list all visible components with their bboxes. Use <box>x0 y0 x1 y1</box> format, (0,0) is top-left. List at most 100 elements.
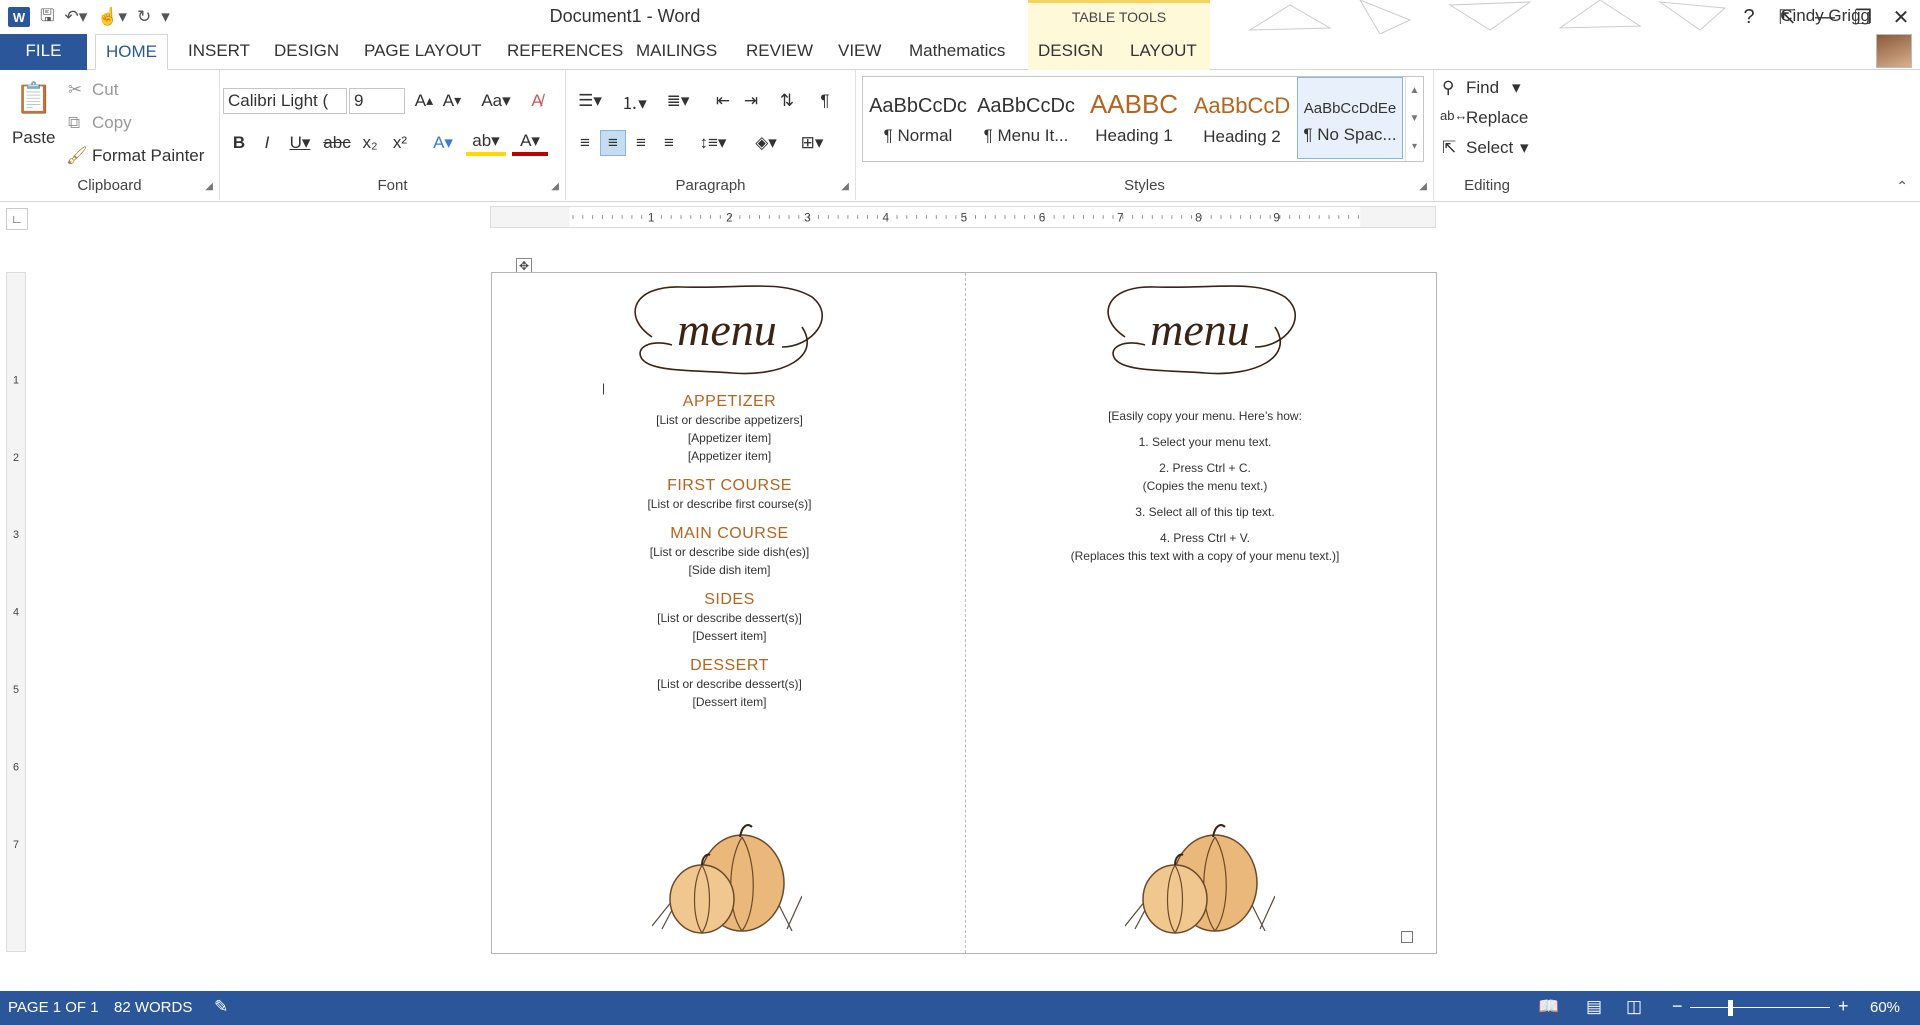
bullets-icon[interactable]: ☰▾ <box>570 88 610 114</box>
tab-selector-icon[interactable]: ∟ <box>6 208 28 230</box>
select-button[interactable]: Select <box>1466 138 1513 158</box>
find-dropdown-icon[interactable]: ▾ <box>1512 78 1521 98</box>
font-launcher-icon[interactable]: ◢ <box>551 181 559 192</box>
increase-indent-icon[interactable]: ⇥ <box>738 88 764 114</box>
subscript-icon[interactable]: x₂ <box>356 130 384 156</box>
show-formatting-icon[interactable]: ¶ <box>812 88 838 114</box>
ruler-number: 4 <box>882 211 889 225</box>
group-editing: ⚲ Find ▾ ab↔ Replace ⇱ Select ▾ Editing <box>1434 70 1540 200</box>
tab-insert[interactable]: INSERT <box>178 34 260 70</box>
horizontal-ruler[interactable]: 1 2 3 4 5 6 7 8 9 <box>490 206 1436 228</box>
user-name[interactable]: Cindy Grigg <box>1780 6 1870 26</box>
change-case-icon[interactable]: Aa▾ <box>476 88 516 114</box>
tab-mathematics[interactable]: Mathematics <box>899 34 1015 70</box>
menu-item[interactable]: [List or describe appetizers] <box>602 411 857 429</box>
proofing-icon[interactable]: ✎ <box>214 997 228 1017</box>
select-dropdown-icon[interactable]: ▾ <box>1520 138 1529 158</box>
word-count[interactable]: 82 WORDS <box>114 999 192 1016</box>
tab-table-design[interactable]: DESIGN <box>1028 34 1120 70</box>
style-normal[interactable]: AaBbCcDc ¶ Normal <box>865 77 971 159</box>
tab-mailings[interactable]: MAILINGS <box>626 34 727 70</box>
zoom-slider[interactable] <box>1690 1007 1830 1008</box>
font-name-box[interactable]: Calibri Light ( <box>223 88 347 114</box>
decrease-indent-icon[interactable]: ⇤ <box>710 88 736 114</box>
clear-formatting-icon[interactable]: A̸ <box>522 88 552 114</box>
menu-logo-text: menu <box>677 304 777 355</box>
borders-icon[interactable]: ⊞▾ <box>792 130 832 156</box>
tab-view[interactable]: VIEW <box>828 34 891 70</box>
tab-table-layout[interactable]: LAYOUT <box>1120 34 1210 70</box>
zoom-slider-thumb[interactable] <box>1728 1000 1733 1016</box>
tab-page-layout[interactable]: PAGE LAYOUT <box>354 34 491 70</box>
clipboard-launcher-icon[interactable]: ◢ <box>205 181 213 192</box>
zoom-out-icon[interactable]: − <box>1672 996 1683 1017</box>
tab-references[interactable]: REFERENCES <box>497 34 633 70</box>
title-bar: W 🖫 ↶▾ ☝▾ ↻ ▾ Document1 - Word TABLE TOO… <box>0 0 1920 34</box>
shading-icon[interactable]: ◈▾ <box>746 130 786 156</box>
superscript-icon[interactable]: x² <box>386 130 414 156</box>
avatar[interactable] <box>1876 34 1912 68</box>
justify-icon[interactable]: ≡ <box>656 130 682 156</box>
read-mode-icon[interactable]: 📖 <box>1538 997 1559 1017</box>
highlight-icon[interactable]: ab▾ <box>466 130 506 156</box>
center-icon[interactable]: ≡ <box>600 130 626 156</box>
menu-item[interactable]: [Dessert item] <box>602 627 857 645</box>
document-page[interactable]: menu APPETIZER [List or describe appetiz… <box>491 272 1437 954</box>
menu-item[interactable]: [List or describe dessert(s)] <box>602 675 857 693</box>
grow-font-icon[interactable]: A ▴ <box>410 88 438 114</box>
font-size-box[interactable]: 9 <box>349 88 405 114</box>
sort-icon[interactable]: ⇅ <box>774 88 800 114</box>
print-layout-icon[interactable]: ▤ <box>1586 997 1602 1017</box>
find-button[interactable]: Find <box>1466 78 1499 98</box>
help-button[interactable]: ? <box>1730 6 1768 29</box>
numbering-icon[interactable]: ⒈▾ <box>614 88 654 114</box>
close-button[interactable]: ✕ <box>1882 5 1920 30</box>
menu-item[interactable]: [Side dish item] <box>602 561 857 579</box>
bold-icon[interactable]: B <box>226 130 252 156</box>
style-heading-2[interactable]: AaBbCcD Heading 2 <box>1189 77 1295 159</box>
collapse-ribbon-icon[interactable]: ⌃ <box>1896 178 1908 195</box>
align-right-icon[interactable]: ≡ <box>628 130 654 156</box>
style-heading-1[interactable]: AABBC Heading 1 <box>1081 77 1187 159</box>
cut-button[interactable]: Cut <box>92 80 118 100</box>
vertical-ruler[interactable]: 1 2 3 4 5 6 7 <box>6 272 26 952</box>
paste-icon[interactable]: 📋 <box>10 78 58 118</box>
table-resize-handle[interactable] <box>1401 931 1413 943</box>
menu-item[interactable]: [List or describe first course(s)] <box>602 495 857 513</box>
copy-button[interactable]: Copy <box>92 113 132 133</box>
menu-item[interactable]: [Dessert item] <box>602 693 857 711</box>
web-layout-icon[interactable]: ◫ <box>1626 997 1642 1017</box>
styles-scroll[interactable]: ▲ ▼ ▾ <box>1405 77 1423 161</box>
format-painter-button[interactable]: Format Painter <box>92 146 204 166</box>
page-count[interactable]: PAGE 1 OF 1 <box>8 999 99 1016</box>
font-color-icon[interactable]: A▾ <box>512 130 548 156</box>
tab-home[interactable]: HOME <box>95 34 168 70</box>
group-clipboard: 📋 Paste Cut ✂ Copy ⧉ Format Painter 🖌 Cl… <box>0 70 220 200</box>
tab-review[interactable]: REVIEW <box>736 34 823 70</box>
underline-icon[interactable]: U▾ <box>282 130 318 156</box>
section-heading: SIDES <box>704 591 755 608</box>
left-menu-column[interactable]: menu APPETIZER [List or describe appetiz… <box>492 273 965 953</box>
paragraph-launcher-icon[interactable]: ◢ <box>841 181 849 192</box>
multilevel-list-icon[interactable]: ≣▾ <box>658 88 698 114</box>
paste-button[interactable]: Paste <box>12 128 55 148</box>
styles-launcher-icon[interactable]: ◢ <box>1419 181 1427 192</box>
style-no-spacing[interactable]: AaBbCcDdEe ¶ No Spac... <box>1297 77 1403 159</box>
style-menu-item[interactable]: AaBbCcDc ¶ Menu It... <box>973 77 1079 159</box>
shrink-font-icon[interactable]: A ▾ <box>438 88 466 114</box>
align-left-icon[interactable]: ≡ <box>572 130 598 156</box>
replace-button[interactable]: Replace <box>1466 108 1528 128</box>
menu-item[interactable]: [List or describe side dish(es)] <box>602 543 857 561</box>
menu-item[interactable]: [Appetizer item] <box>602 447 857 465</box>
menu-item[interactable]: [Appetizer item] <box>602 429 857 447</box>
tab-file[interactable]: FILE <box>0 34 87 70</box>
line-spacing-icon[interactable]: ↕≡▾ <box>692 130 734 156</box>
tab-design[interactable]: DESIGN <box>264 34 349 70</box>
italic-icon[interactable]: I <box>254 130 280 156</box>
strikethrough-icon[interactable]: abc <box>320 130 354 156</box>
zoom-in-icon[interactable]: + <box>1838 996 1849 1017</box>
right-tip-column[interactable]: menu [Easily copy your menu. Here’s how:… <box>965 273 1438 953</box>
text-effects-icon[interactable]: A▾ <box>426 130 460 156</box>
menu-item[interactable]: [List or describe dessert(s)] <box>602 609 857 627</box>
zoom-level[interactable]: 60% <box>1870 999 1900 1016</box>
